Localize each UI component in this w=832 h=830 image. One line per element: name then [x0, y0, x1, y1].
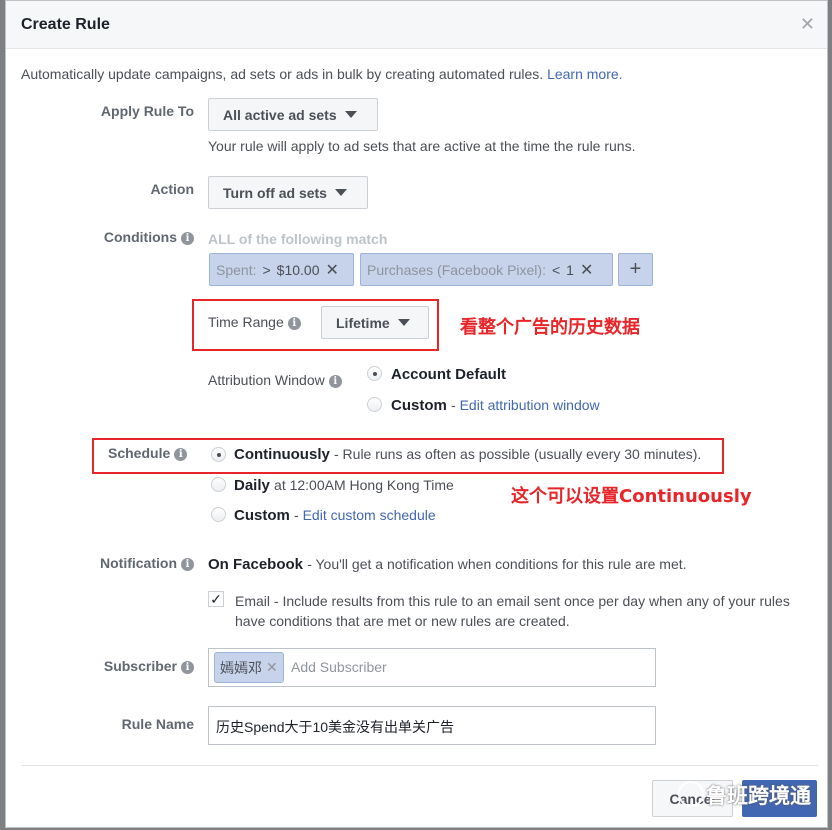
option-label: Custom [391, 397, 447, 414]
subscriber-input[interactable]: 嫣嫣邓 ✕ Add Subscriber [208, 648, 656, 687]
conditions-label: Conditions i [104, 229, 194, 245]
create-rule-dialog: Create Rule ✕ Automatically update campa… [5, 0, 828, 828]
subscriber-label: Subscriber i [104, 658, 194, 674]
conditions-match-text: ALL of the following match [208, 231, 388, 247]
condition-value: 1 [566, 261, 574, 278]
notification-label: Notification i [100, 555, 194, 571]
edit-attribution-link[interactable]: - Edit attribution window [451, 397, 600, 413]
radio-account-default[interactable] [367, 366, 382, 381]
time-range-label-text: Time Range [208, 314, 284, 330]
caret-down-icon [334, 189, 347, 196]
conditions-label-text: Conditions [103, 229, 177, 245]
remove-icon[interactable]: ✕ [580, 260, 593, 280]
subscriber-label-text: Subscriber [103, 658, 177, 674]
apply-rule-value: All active ad sets [223, 106, 337, 123]
radio-schedule-custom[interactable] [211, 507, 226, 522]
option-label: Daily [234, 477, 270, 494]
info-icon[interactable]: i [328, 374, 342, 388]
option-attribution-custom: Custom - Edit attribution window [391, 397, 600, 414]
dialog-header: Create Rule ✕ [6, 1, 827, 49]
condition-field: Purchases (Facebook Pixel): [367, 261, 546, 278]
caret-down-icon [397, 319, 410, 326]
email-desc-2: have conditions that are met or new rule… [235, 613, 570, 629]
apply-rule-help: Your rule will apply to ad sets that are… [208, 138, 636, 154]
edit-custom-schedule-link[interactable]: Edit custom schedule [303, 507, 436, 523]
radio-attribution-custom[interactable] [367, 397, 382, 412]
caret-down-icon [344, 111, 357, 118]
option-daily: Daily at 12:00AM Hong Kong Time [234, 477, 454, 494]
annotation-time-range: 看整个广告的历史数据 [460, 317, 640, 338]
option-account-default: Account Default [391, 366, 507, 383]
remove-icon[interactable]: ✕ [326, 260, 339, 280]
footer-divider [21, 765, 818, 766]
condition-chip-purchases[interactable]: Purchases (Facebook Pixel): <1 ✕ [360, 253, 613, 286]
rule-name-input[interactable]: 历史Spend大于10美金没有出单关广告 [208, 706, 656, 745]
email-option: Email - Include results from this rule t… [235, 591, 790, 631]
option-desc: at 12:00AM Hong Kong Time [274, 477, 454, 493]
info-icon[interactable]: i [181, 557, 194, 571]
annotation-schedule: 这个可以设置Continuously [511, 486, 752, 507]
info-icon[interactable]: i [174, 447, 188, 461]
attribution-label-text: Attribution Window [208, 372, 325, 388]
subscriber-chip: 嫣嫣邓 ✕ [214, 652, 284, 683]
time-range-value: Lifetime [336, 314, 390, 331]
condition-operator: < [551, 261, 561, 278]
apply-rule-label: Apply Rule To [100, 103, 194, 119]
email-checkbox[interactable]: ✓ [208, 591, 224, 607]
watermark: 鲁班跨境通 [706, 784, 811, 808]
option-label: Custom [234, 507, 290, 524]
condition-field: Spent: [216, 261, 257, 278]
condition-chip-spent[interactable]: Spent: > $10.00 ✕ [209, 253, 354, 286]
info-icon[interactable]: i [181, 660, 194, 674]
option-desc: - Rule runs as often as possible (usuall… [334, 446, 702, 462]
intro-description: Automatically update campaigns, ad sets … [21, 66, 544, 82]
condition-value: $10.00 [276, 261, 320, 278]
subscriber-placeholder: Add Subscriber [291, 659, 387, 675]
notification-desc: - You'll get a notification when conditi… [307, 556, 687, 572]
close-icon[interactable]: ✕ [800, 14, 815, 35]
email-label: Email [235, 593, 271, 609]
remove-icon[interactable]: ✕ [266, 659, 278, 676]
info-icon[interactable]: i [287, 316, 301, 330]
notification-on-facebook: On Facebook - You'll get a notification … [208, 556, 687, 573]
option-continuously: Continuously - Rule runs as often as pos… [234, 446, 701, 463]
option-schedule-custom: Custom - Edit custom schedule [234, 507, 436, 524]
edit-attribution-link-text[interactable]: Edit attribution window [460, 397, 600, 413]
learn-more-link[interactable]: Learn more. [547, 66, 622, 82]
notification-label-text: Notification [100, 555, 177, 571]
rule-name-label: Rule Name [121, 716, 194, 732]
action-label: Action [150, 181, 194, 197]
dialog-title: Create Rule [21, 16, 110, 33]
email-desc: - Include results from this rule to an e… [273, 593, 790, 609]
radio-continuously[interactable] [211, 447, 226, 462]
time-range-dropdown[interactable]: Lifetime [321, 306, 429, 339]
time-range-label: Time Range i [208, 314, 301, 330]
apply-rule-dropdown[interactable]: All active ad sets [208, 98, 378, 131]
action-value: Turn off ad sets [223, 184, 327, 201]
attribution-label: Attribution Window i [208, 372, 342, 388]
option-label: Continuously [234, 446, 330, 463]
wechat-icon [678, 781, 704, 807]
action-dropdown[interactable]: Turn off ad sets [208, 176, 368, 209]
intro-text: Automatically update campaigns, ad sets … [21, 66, 623, 82]
radio-daily[interactable] [211, 477, 226, 492]
condition-operator: > [262, 261, 271, 278]
schedule-label-text: Schedule [108, 445, 171, 461]
add-condition-button[interactable]: + [618, 253, 653, 286]
notification-title: On Facebook [208, 556, 304, 573]
info-icon[interactable]: i [181, 231, 194, 245]
subscriber-chip-name: 嫣嫣邓 [220, 659, 262, 676]
schedule-label: Schedule i [108, 445, 188, 461]
